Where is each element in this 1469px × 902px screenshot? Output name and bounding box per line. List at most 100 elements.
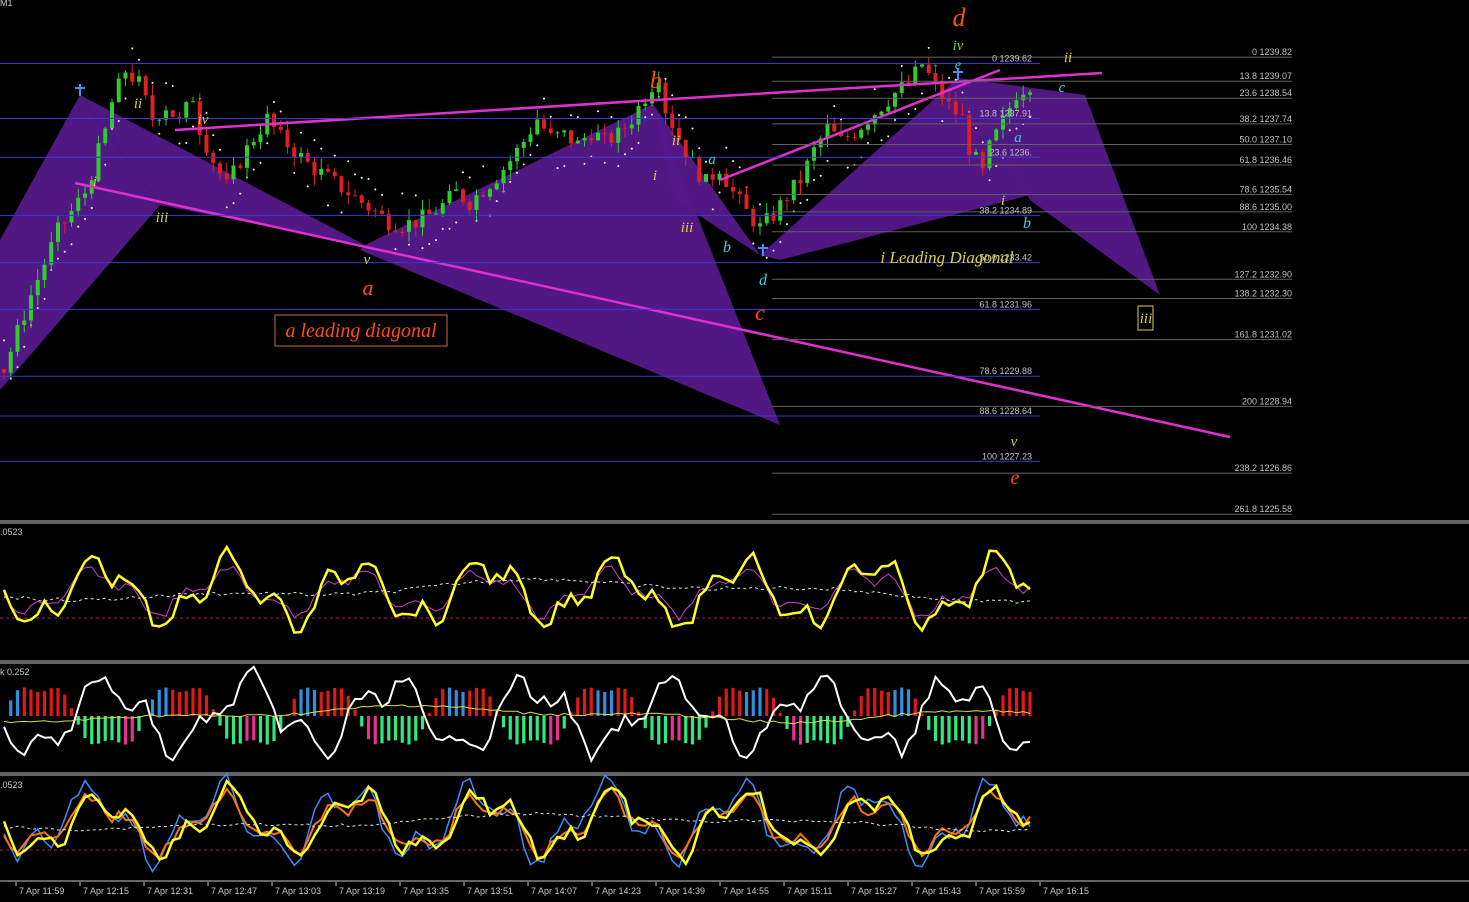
oscillator-panel-1 xyxy=(0,544,1469,634)
sar-dot-40 xyxy=(273,100,275,103)
oscillator-panel-3 xyxy=(0,772,1469,873)
sar-dot-45 xyxy=(306,185,309,188)
sar-dot-78 xyxy=(529,153,532,156)
hist-bar-59 xyxy=(400,716,404,743)
price-chart[interactable]: 0 1239.82 13.8 1239.07 23.6 1238.54 38.2 12… xyxy=(0,0,1469,897)
candle-body-99 xyxy=(670,113,675,129)
hist-bar-38 xyxy=(258,716,263,743)
wave-label-11: b xyxy=(723,239,731,256)
hist-bar-13 xyxy=(90,716,94,745)
candle-body-87 xyxy=(589,138,594,141)
sar-dot-66 xyxy=(448,227,451,230)
hist-bar-65 xyxy=(441,689,445,716)
hist-bar-9 xyxy=(63,694,67,716)
candle-body-9 xyxy=(62,222,67,224)
candle-body-88 xyxy=(596,132,600,141)
hist-bar-22 xyxy=(150,699,155,716)
sar-dot-113 xyxy=(765,256,768,259)
macd-histogram-panel xyxy=(3,665,1032,764)
time-axis: 7 Apr 11:59 7 Apr 12:15 7 Apr 12:31 7 Apr 1… xyxy=(15,882,1089,896)
sar-dot-25 xyxy=(171,84,174,87)
candle-body-0 xyxy=(2,369,6,373)
sar-dot-22 xyxy=(151,81,154,84)
sar-dot-130 xyxy=(880,139,883,142)
hist-bar-88 xyxy=(596,690,600,716)
time-label-0: 7 Apr 11:59 xyxy=(19,886,64,896)
candle-body-55 xyxy=(373,210,378,212)
candle-body-74 xyxy=(501,170,506,184)
hist-bar-18 xyxy=(123,716,128,745)
wave-label-16: e xyxy=(955,58,961,73)
hist-bar-150 xyxy=(1014,688,1019,716)
hist-bar-39 xyxy=(265,716,269,745)
hist-bar-56 xyxy=(380,716,384,744)
sar-dot-64 xyxy=(435,239,437,242)
fib-label-0: 0 1239.82 xyxy=(1252,47,1292,57)
candle-body-18 xyxy=(123,72,128,79)
wave-label-18: c xyxy=(1059,80,1066,96)
hist-bar-55 xyxy=(373,716,377,745)
candle-body-104 xyxy=(704,174,708,182)
time-label-8: 7 Apr 14:07 xyxy=(531,886,577,896)
wave-label-22: v xyxy=(1011,434,1018,450)
candle-body-116 xyxy=(785,200,789,202)
sar-dot-119 xyxy=(806,198,809,201)
hist-bar-68 xyxy=(461,691,465,716)
sar-dot-46 xyxy=(313,139,316,142)
hist-bar-87 xyxy=(589,687,593,716)
candle-body-64 xyxy=(434,213,438,215)
sar-dot-55 xyxy=(374,188,377,191)
candle-body-60 xyxy=(407,220,411,232)
annotation-0: a leading diagonal xyxy=(285,320,437,342)
candle-body-37 xyxy=(251,141,256,146)
candle-body-125 xyxy=(845,136,850,138)
candle-body-50 xyxy=(339,176,344,193)
candle-body-120 xyxy=(812,147,816,161)
candle-body-89 xyxy=(602,132,607,134)
time-label-13: 7 Apr 15:27 xyxy=(851,886,897,896)
candle-body-150 xyxy=(1014,100,1019,109)
sar-dot-116 xyxy=(786,223,788,226)
candle-body-51 xyxy=(346,192,351,196)
candle-body-71 xyxy=(481,195,486,197)
candle-body-103 xyxy=(697,157,702,182)
candle-body-94 xyxy=(636,105,641,125)
candle-body-80 xyxy=(542,119,546,129)
candle-body-73 xyxy=(494,183,499,190)
sar-dot-91 xyxy=(617,164,620,167)
hist-bar-45 xyxy=(306,687,310,716)
hist-bar-61 xyxy=(414,716,418,741)
hist-bar-12 xyxy=(83,716,87,739)
candle-body-41 xyxy=(278,126,283,130)
candle-body-46 xyxy=(312,161,317,175)
candle-body-145 xyxy=(980,151,985,169)
hist-bar-134 xyxy=(906,689,911,716)
wave-label-15: iv xyxy=(953,38,964,54)
candle-body-110 xyxy=(744,194,749,209)
sar-dot-3 xyxy=(23,345,26,348)
hist-bar-44 xyxy=(299,689,303,716)
hist-bar-54 xyxy=(366,716,371,740)
sar-dot-125 xyxy=(846,166,849,169)
candle-body-79 xyxy=(535,119,540,135)
candle-body-1 xyxy=(8,351,13,373)
hist-bar-63 xyxy=(427,713,431,716)
osc1-average xyxy=(3,577,1031,604)
sar-dot-56 xyxy=(381,194,383,197)
sar-dot-83 xyxy=(563,164,566,167)
hist-bar-16 xyxy=(110,716,114,741)
candle-body-62 xyxy=(420,209,425,228)
sar-dot-37 xyxy=(252,168,255,171)
hist-bar-144 xyxy=(974,716,978,745)
sar-dot-115 xyxy=(779,241,782,244)
candle-body-128 xyxy=(866,124,870,130)
hist-bar-143 xyxy=(967,716,971,744)
sar-dot-105 xyxy=(711,208,714,211)
candle-body-17 xyxy=(116,78,121,103)
wave-label-21: b xyxy=(1023,215,1031,232)
sar-dot-58 xyxy=(394,248,397,251)
hist-bar-80 xyxy=(542,716,546,743)
hist-bar-37 xyxy=(252,716,256,741)
hist-bar-4 xyxy=(29,689,33,716)
sar-dot-20 xyxy=(138,58,140,61)
